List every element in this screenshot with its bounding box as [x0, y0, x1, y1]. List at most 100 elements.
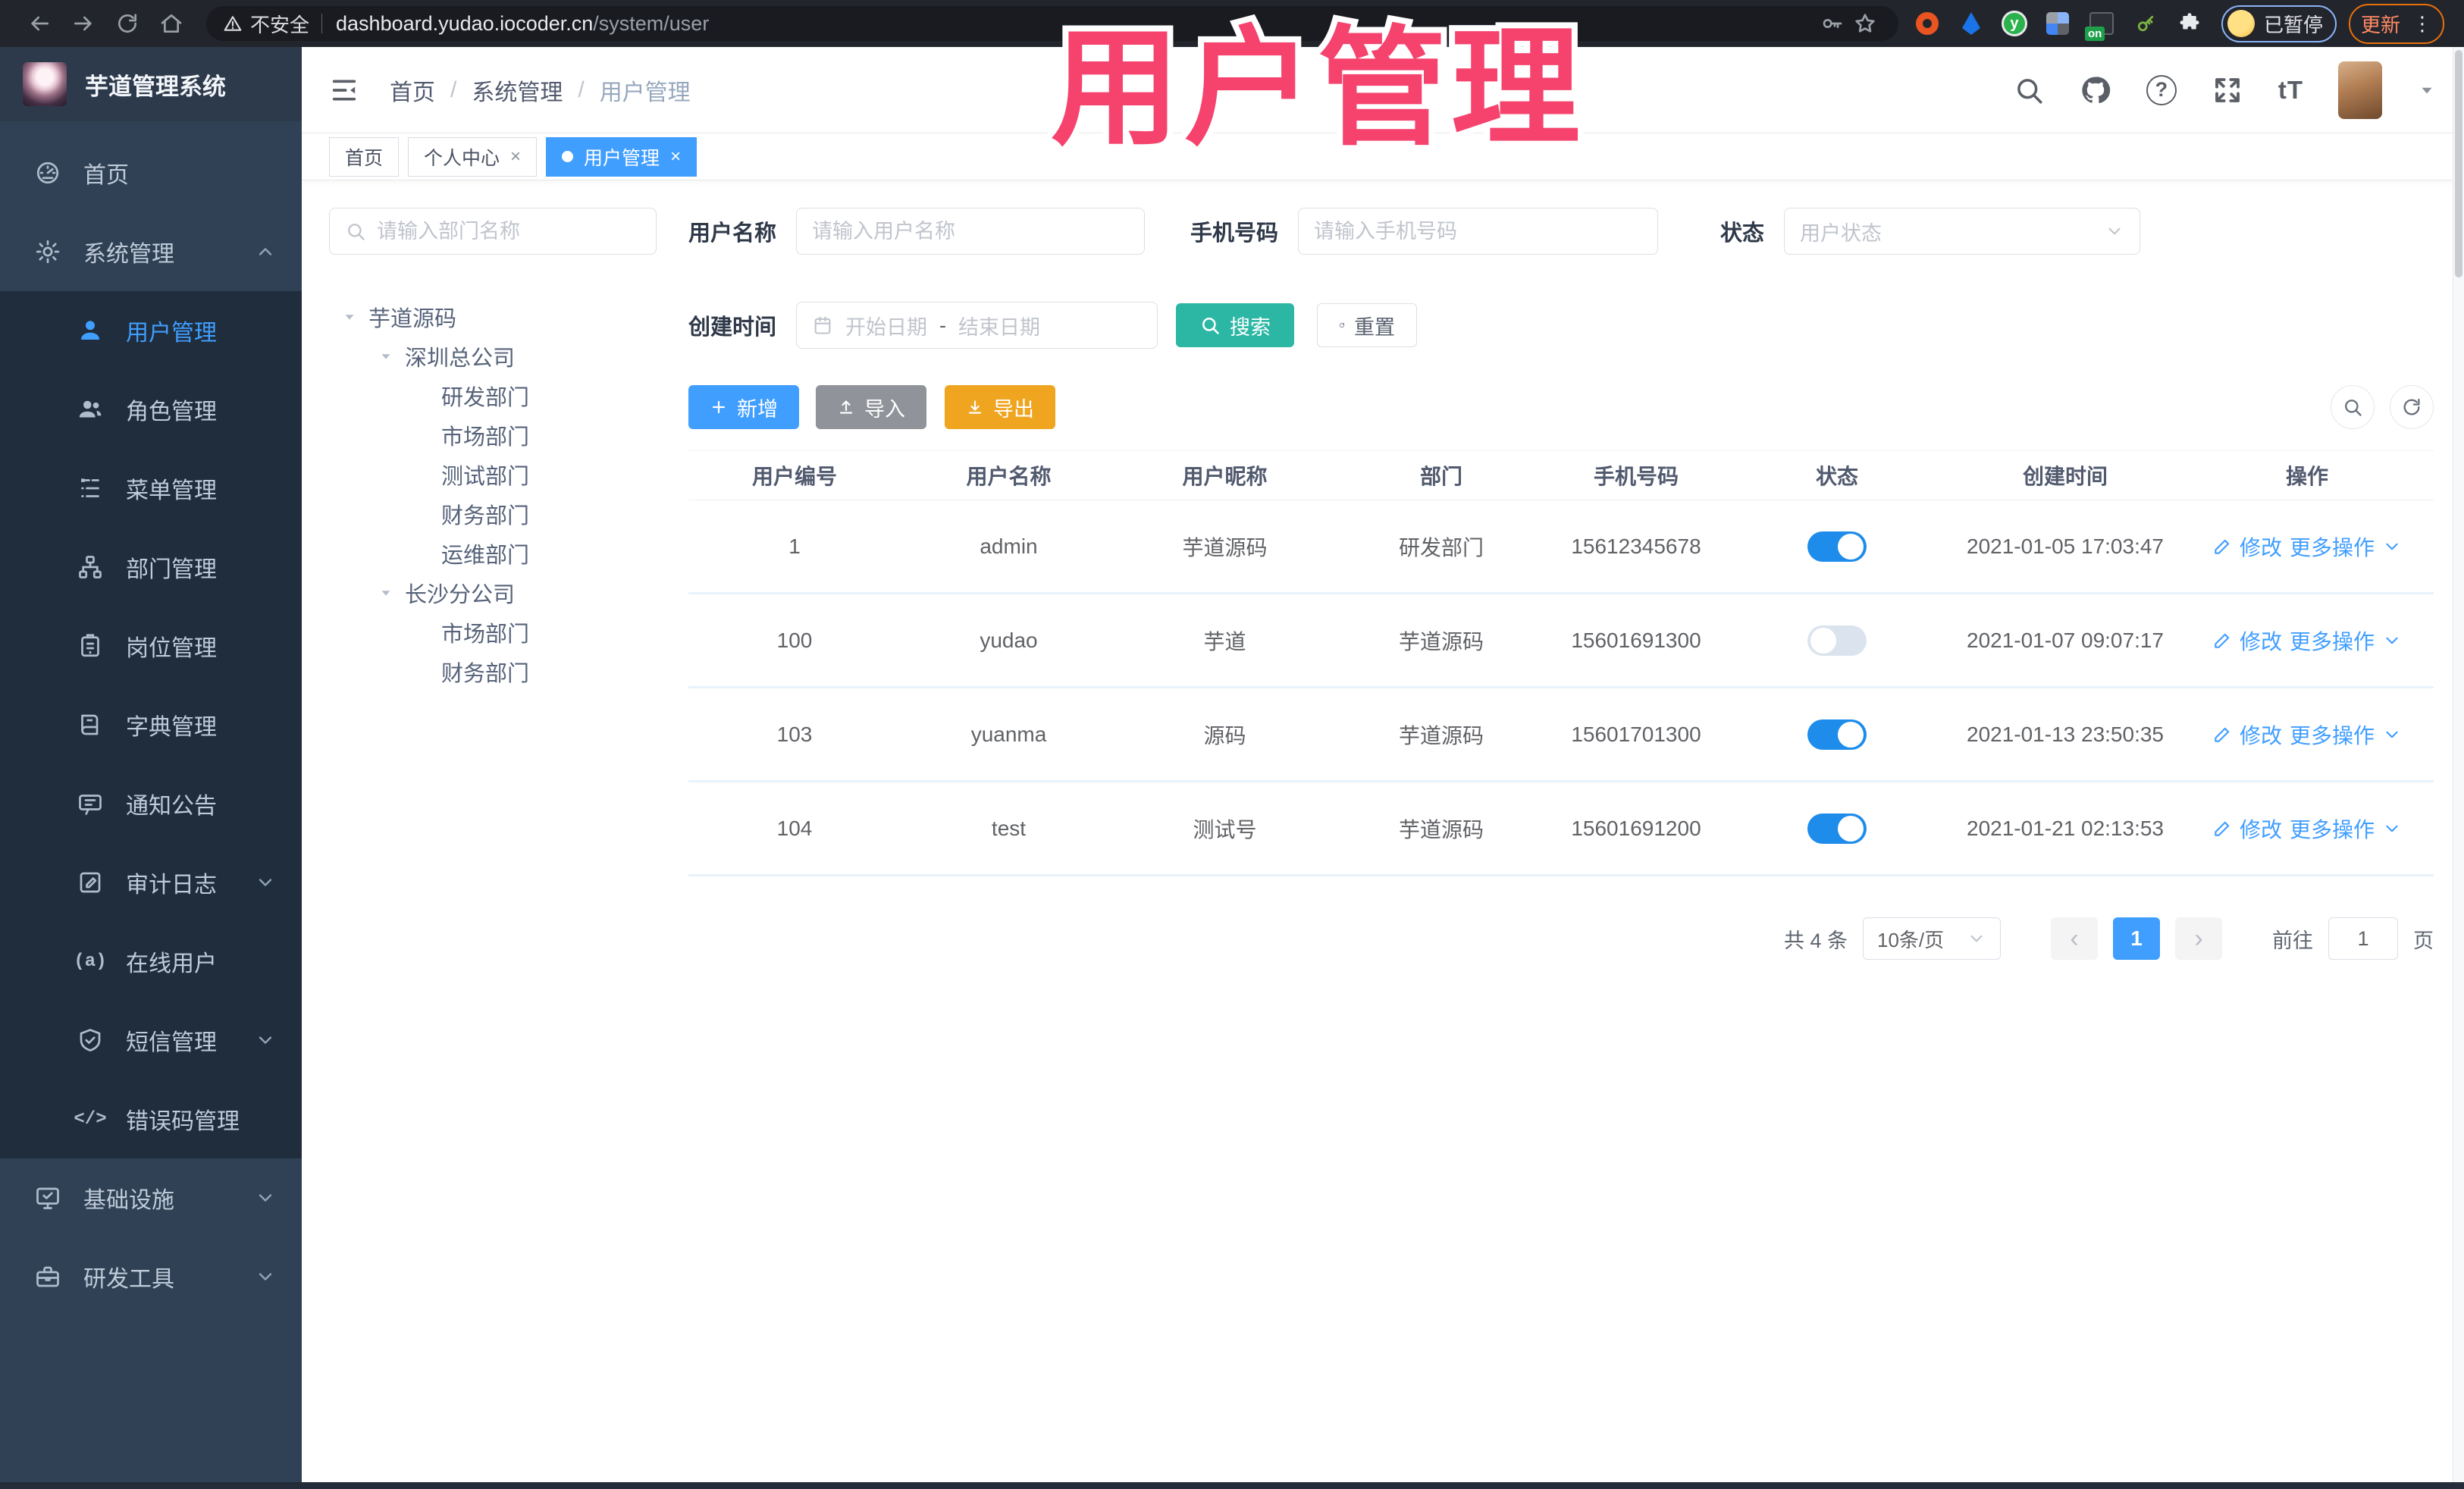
more-actions-link[interactable]: 更多操作: [2290, 625, 2375, 656]
extensions-puzzle-icon[interactable]: [2176, 10, 2203, 37]
table-search-icon-button[interactable]: [2331, 385, 2375, 429]
reset-button[interactable]: 重置: [1317, 303, 1418, 347]
next-page-button[interactable]: ›: [2175, 917, 2222, 960]
font-size-icon[interactable]: tT: [2278, 76, 2303, 105]
browser-forward-icon[interactable]: [64, 4, 103, 43]
status-toggle[interactable]: [1807, 813, 1867, 844]
sidebar-item-audit-log[interactable]: 审计日志: [0, 843, 302, 922]
import-button[interactable]: 导入: [816, 385, 926, 429]
sidebar-item-post-mgmt[interactable]: 岗位管理: [0, 607, 302, 685]
page-size-select[interactable]: 10条/页: [1863, 917, 2001, 960]
table-refresh-icon-button[interactable]: [2390, 385, 2434, 429]
username-input[interactable]: [812, 219, 1130, 243]
tree-node-dept[interactable]: 财务部门: [329, 494, 657, 534]
status-toggle[interactable]: [1807, 719, 1867, 750]
prev-page-button[interactable]: ‹: [2051, 917, 2098, 960]
goto-page-input[interactable]: [2328, 917, 2398, 960]
sidebar-item-notice[interactable]: 通知公告: [0, 764, 302, 843]
status-toggle[interactable]: [1807, 625, 1867, 656]
extension-key-icon[interactable]: [2132, 10, 2159, 37]
fullscreen-icon[interactable]: [2212, 74, 2243, 106]
download-icon: [968, 400, 982, 414]
sidebar-item-infra[interactable]: 基础设施: [0, 1158, 302, 1237]
browser-home-icon[interactable]: [152, 4, 191, 43]
tree-node-dept[interactable]: 财务部门: [329, 652, 657, 691]
sidebar-item-role-mgmt[interactable]: 角色管理: [0, 370, 302, 449]
extension-yudao-icon[interactable]: y: [2001, 11, 2027, 36]
date-range-picker[interactable]: 开始日期 - 结束日期: [796, 302, 1158, 349]
close-icon[interactable]: ×: [670, 146, 681, 168]
edit-link[interactable]: 修改: [2240, 531, 2282, 562]
tab-home[interactable]: 首页: [329, 136, 400, 177]
search-icon[interactable]: [2013, 74, 2045, 106]
sidebar-item-dict-mgmt[interactable]: 字典管理: [0, 685, 302, 764]
extension-ubuntu-icon[interactable]: [1914, 10, 1941, 37]
mobile-field[interactable]: [1298, 208, 1659, 255]
date-separator: -: [939, 313, 947, 337]
extension-grid-icon[interactable]: [2044, 10, 2071, 37]
sidebar-item-menu-mgmt[interactable]: 菜单管理: [0, 449, 302, 528]
sidebar-collapse-icon[interactable]: [329, 75, 359, 105]
tree-node-root[interactable]: 芋道源码: [329, 297, 657, 337]
avatar-caret-icon[interactable]: [2417, 80, 2437, 100]
status-select[interactable]: 用户状态: [1784, 208, 2141, 255]
more-actions-link[interactable]: 更多操作: [2290, 719, 2375, 750]
current-page-button[interactable]: 1: [2113, 917, 2160, 960]
sidebar-item-system[interactable]: 系统管理: [0, 212, 302, 291]
tree-node-dept[interactable]: 市场部门: [329, 613, 657, 652]
tree-node-company[interactable]: 深圳总公司: [329, 337, 657, 376]
status-toggle[interactable]: [1807, 531, 1867, 562]
sidebar-item-devtools[interactable]: 研发工具: [0, 1237, 302, 1316]
user-avatar[interactable]: [2338, 61, 2382, 119]
mobile-input[interactable]: [1314, 219, 1643, 243]
url-host[interactable]: dashboard.yudao.iocoder.cn: [336, 12, 593, 36]
browser-menu-icon[interactable]: ⋮: [2412, 12, 2432, 36]
app-logo-row[interactable]: 芋道管理系统: [0, 47, 302, 121]
browser-back-icon[interactable]: [20, 4, 59, 43]
browser-reload-icon[interactable]: [108, 4, 147, 43]
tree-node-dept[interactable]: 测试部门: [329, 455, 657, 494]
more-actions-link[interactable]: 更多操作: [2290, 531, 2375, 562]
close-icon[interactable]: ×: [510, 146, 521, 168]
url-path[interactable]: /system/user: [593, 12, 709, 36]
sidebar-item-dept-mgmt[interactable]: 部门管理: [0, 528, 302, 607]
caret-expanded-icon[interactable]: [340, 309, 359, 325]
edit-link[interactable]: 修改: [2240, 719, 2282, 750]
browser-update-button[interactable]: 更新 ⋮: [2348, 3, 2444, 44]
address-bar[interactable]: 不安全 dashboard.yudao.iocoder.cn /system/u…: [206, 6, 1898, 41]
add-button[interactable]: 新增: [688, 385, 799, 429]
sidebar-item-online-users[interactable]: (a) 在线用户: [0, 922, 302, 1001]
breadcrumb-home[interactable]: 首页: [390, 74, 435, 107]
breadcrumb-system[interactable]: 系统管理: [472, 74, 563, 107]
tree-node-dept[interactable]: 研发部门: [329, 376, 657, 415]
profile-paused-chip[interactable]: 已暂停: [2221, 5, 2337, 42]
tab-profile[interactable]: 个人中心 ×: [408, 136, 538, 177]
edit-link[interactable]: 修改: [2240, 813, 2282, 844]
security-label[interactable]: 不安全: [250, 10, 309, 38]
more-actions-link[interactable]: 更多操作: [2290, 813, 2375, 844]
tab-user-mgmt[interactable]: 用户管理 ×: [546, 136, 698, 177]
sidebar-item-user-mgmt[interactable]: 用户管理: [0, 291, 302, 370]
help-icon[interactable]: ?: [2146, 74, 2177, 105]
bookmark-star-icon[interactable]: [1848, 4, 1882, 43]
sidebar-item-sms-mgmt[interactable]: 短信管理: [0, 1001, 302, 1080]
edit-link[interactable]: 修改: [2240, 625, 2282, 656]
caret-expanded-icon[interactable]: [376, 585, 396, 601]
tree-node-dept[interactable]: 市场部门: [329, 415, 657, 455]
sidebar-item-home[interactable]: 首页: [0, 133, 302, 212]
extension-drop-icon[interactable]: [1958, 10, 1985, 37]
caret-expanded-icon[interactable]: [376, 348, 396, 365]
tree-node-dept[interactable]: 运维部门: [329, 534, 657, 573]
dept-search-box[interactable]: [329, 208, 657, 255]
dept-search-input[interactable]: [377, 219, 641, 243]
sidebar-item-errcode-mgmt[interactable]: </> 错误码管理: [0, 1080, 302, 1158]
export-button[interactable]: 导出: [945, 385, 1055, 429]
scrollbar-thumb[interactable]: [2455, 50, 2462, 277]
github-icon[interactable]: [2080, 74, 2111, 106]
extension-switch-icon[interactable]: on: [2084, 10, 2115, 41]
username-field[interactable]: [796, 208, 1146, 255]
tree-node-branch[interactable]: 长沙分公司: [329, 573, 657, 613]
page-scrollbar[interactable]: [2453, 47, 2464, 1482]
search-button[interactable]: 搜索: [1176, 303, 1295, 347]
key-icon[interactable]: [1815, 4, 1848, 43]
